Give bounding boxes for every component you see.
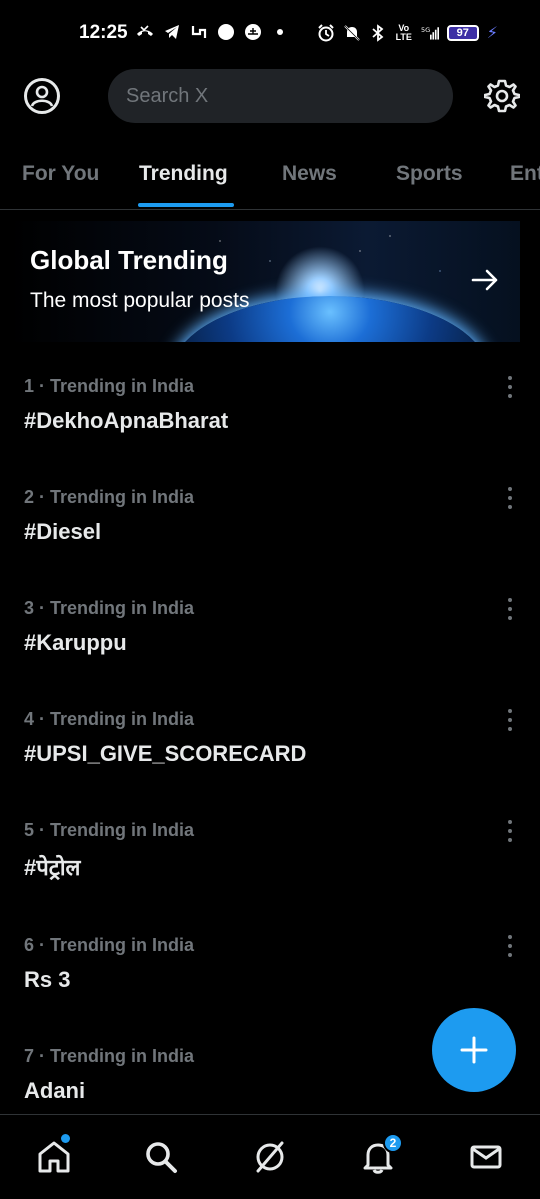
- bottom-navigation: 2: [0, 1114, 540, 1199]
- trend-item[interactable]: 1 · Trending in India #DekhoApnaBharat: [0, 376, 540, 486]
- settings-gear-icon[interactable]: [483, 78, 521, 114]
- more-options-icon[interactable]: [504, 598, 516, 620]
- signal-5g-icon: 5G: [421, 24, 439, 42]
- missed-call-icon: [136, 23, 154, 41]
- mute-icon: [343, 24, 361, 42]
- telegram-icon: [163, 23, 181, 41]
- volte-icon: Vo LTE: [395, 23, 412, 42]
- search-icon: [146, 1142, 177, 1173]
- trend-meta: 1 · Trending in India: [24, 376, 195, 396]
- arrow-right-icon[interactable]: [470, 265, 500, 295]
- status-bar: 12:25 Vo LTE 5G 97 ⚡: [0, 0, 540, 68]
- trend-item[interactable]: 3 · Trending in India #Karuppu: [0, 598, 540, 708]
- svg-text:5G: 5G: [421, 26, 430, 34]
- status-right-icons: Vo LTE 5G 97 ⚡: [317, 23, 498, 43]
- bluetooth-icon: [369, 24, 387, 42]
- more-options-icon[interactable]: [504, 376, 516, 398]
- global-trending-banner[interactable]: Global Trending The most popular posts: [10, 221, 520, 342]
- notifications-badge: 2: [383, 1133, 403, 1153]
- trend-meta: 7 · Trending in India: [24, 1046, 195, 1066]
- tab-for-you[interactable]: For You: [22, 162, 99, 186]
- status-left-icons: [136, 23, 289, 41]
- trend-meta: 4 · Trending in India: [24, 709, 195, 729]
- emblem-icon: [244, 23, 262, 41]
- battery-icon: 97: [446, 25, 479, 41]
- circle-icon: [217, 23, 235, 41]
- search-input[interactable]: [126, 84, 453, 108]
- more-options-icon[interactable]: [504, 820, 516, 842]
- plus-icon: [460, 1036, 488, 1064]
- trend-name[interactable]: Adani: [24, 1078, 85, 1104]
- mail-icon: [470, 1145, 502, 1169]
- trend-item[interactable]: 5 · Trending in India #पेट्रोल: [0, 820, 540, 930]
- trend-meta: 2 · Trending in India: [24, 487, 195, 507]
- trend-meta: 3 · Trending in India: [24, 598, 195, 618]
- profile-avatar-icon[interactable]: [24, 78, 60, 114]
- nav-messages[interactable]: [468, 1139, 504, 1175]
- trend-name[interactable]: Rs 3: [24, 967, 70, 993]
- status-time: 12:25: [79, 22, 128, 43]
- trend-item[interactable]: 2 · Trending in India #Diesel: [0, 487, 540, 597]
- trend-name[interactable]: #Diesel: [24, 519, 101, 545]
- dot-icon: [271, 23, 289, 41]
- more-options-icon[interactable]: [504, 487, 516, 509]
- banner-subtitle: The most popular posts: [30, 289, 250, 312]
- active-tab-indicator: [138, 203, 234, 207]
- trend-name[interactable]: #UPSI_GIVE_SCORECARD: [24, 741, 306, 767]
- trend-meta: 6 · Trending in India: [24, 935, 195, 955]
- nav-notifications[interactable]: 2: [360, 1133, 403, 1175]
- compose-post-button[interactable]: [432, 1008, 516, 1092]
- app-icon: [190, 23, 208, 41]
- grok-icon: [256, 1141, 284, 1173]
- trend-item[interactable]: 4 · Trending in India #UPSI_GIVE_SCORECA…: [0, 709, 540, 819]
- search-bar[interactable]: [108, 69, 453, 123]
- tab-entertainment[interactable]: Ent: [510, 162, 540, 186]
- home-unread-dot: [61, 1134, 70, 1143]
- trend-meta: 5 · Trending in India: [24, 820, 195, 840]
- battery-level: 97: [456, 27, 469, 39]
- more-options-icon[interactable]: [504, 935, 516, 957]
- top-bar: [0, 68, 540, 126]
- home-icon: [38, 1141, 70, 1173]
- banner-title: Global Trending: [30, 245, 228, 275]
- nav-grok[interactable]: [252, 1139, 288, 1175]
- tab-news[interactable]: News: [282, 162, 337, 186]
- charging-icon: ⚡: [486, 25, 498, 42]
- more-options-icon[interactable]: [504, 709, 516, 731]
- nav-explore[interactable]: [143, 1139, 179, 1175]
- nav-home[interactable]: [36, 1134, 72, 1175]
- trend-name[interactable]: #पेट्रोल: [24, 852, 80, 882]
- alarm-icon: [317, 24, 335, 42]
- tab-trending[interactable]: Trending: [139, 162, 228, 186]
- tab-bar: For You Trending News Sports Ent: [0, 148, 540, 210]
- tab-sports[interactable]: Sports: [396, 162, 463, 186]
- trend-name[interactable]: #DekhoApnaBharat: [24, 408, 228, 434]
- trend-name[interactable]: #Karuppu: [24, 630, 127, 656]
